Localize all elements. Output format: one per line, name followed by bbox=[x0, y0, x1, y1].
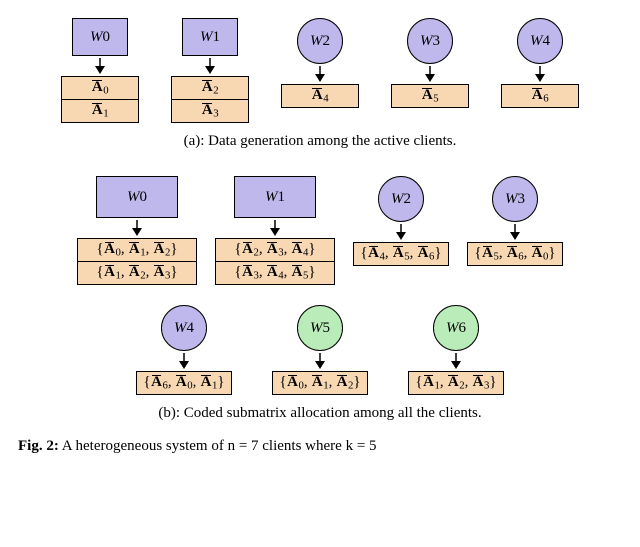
worker-circle: W5 bbox=[297, 305, 343, 351]
arrow-down-icon bbox=[93, 58, 107, 74]
data-box: {A3, A4, A5} bbox=[215, 261, 335, 285]
data-stack: A0A1 bbox=[61, 76, 139, 123]
figA-caption: (a): Data generation among the active cl… bbox=[8, 133, 632, 150]
data-stack: {A4, A5, A6} bbox=[353, 242, 449, 266]
data-stack: {A0, A1, A2} bbox=[272, 371, 368, 395]
data-stack: {A6, A0, A1} bbox=[136, 371, 232, 395]
data-box: A0 bbox=[61, 76, 139, 100]
data-box: A6 bbox=[501, 84, 579, 108]
figB-caption: (b): Coded submatrix allocation among al… bbox=[8, 405, 632, 422]
data-box: {A5, A6, A0} bbox=[467, 242, 563, 266]
worker-unit: W1 A2A3 bbox=[171, 18, 249, 123]
arrow-down-icon bbox=[449, 353, 463, 369]
worker-circle: W4 bbox=[517, 18, 563, 64]
figB-row1: W0 {A0, A1, A2}{A1, A2, A3} W1 {A2, A3, A4}… bbox=[8, 176, 632, 285]
figB-row2: W4 {A6, A0, A1} W5 {A0, A1, A2} W6 {A1, A2, A… bbox=[8, 305, 632, 395]
arrow-down-icon bbox=[203, 58, 217, 74]
data-box: {A0, A1, A2} bbox=[77, 238, 197, 262]
worker-unit: W4 {A6, A0, A1} bbox=[136, 305, 232, 395]
data-stack: A4 bbox=[281, 84, 359, 108]
arrow-down-icon bbox=[533, 66, 547, 82]
arrow-down-icon bbox=[394, 224, 408, 240]
data-box: A1 bbox=[61, 99, 139, 123]
data-stack: {A5, A6, A0} bbox=[467, 242, 563, 266]
data-stack: {A2, A3, A4}{A3, A4, A5} bbox=[215, 238, 335, 285]
figA-row: W0 A0A1 W1 A2A3 W2 A4 W3 A5 W4 A6 bbox=[8, 18, 632, 123]
worker-unit: W0 {A0, A1, A2}{A1, A2, A3} bbox=[77, 176, 197, 285]
data-stack: A5 bbox=[391, 84, 469, 108]
worker-circle: W2 bbox=[378, 176, 424, 222]
worker-circle: W6 bbox=[433, 305, 479, 351]
arrow-down-icon bbox=[313, 66, 327, 82]
arrow-down-icon bbox=[508, 224, 522, 240]
worker-unit: W5 {A0, A1, A2} bbox=[272, 305, 368, 395]
arrow-down-icon bbox=[177, 353, 191, 369]
worker-unit: W0 A0A1 bbox=[61, 18, 139, 123]
worker-unit: W1 {A2, A3, A4}{A3, A4, A5} bbox=[215, 176, 335, 285]
worker-unit: W6 {A1, A2, A3} bbox=[408, 305, 504, 395]
data-box: {A6, A0, A1} bbox=[136, 371, 232, 395]
figure-caption-prefix: Fig. 2: bbox=[18, 438, 59, 454]
data-box: A5 bbox=[391, 84, 469, 108]
data-stack: A6 bbox=[501, 84, 579, 108]
data-box: {A1, A2, A3} bbox=[408, 371, 504, 395]
data-box: {A0, A1, A2} bbox=[272, 371, 368, 395]
worker-unit: W2 A4 bbox=[281, 18, 359, 108]
data-box: A4 bbox=[281, 84, 359, 108]
worker-unit: W4 A6 bbox=[501, 18, 579, 108]
figure-page: W0 A0A1 W1 A2A3 W2 A4 W3 A5 W4 A6 (a): Data gener… bbox=[0, 0, 640, 547]
worker-rect: W0 bbox=[96, 176, 178, 218]
data-box: A3 bbox=[171, 99, 249, 123]
worker-circle: W3 bbox=[492, 176, 538, 222]
data-box: A2 bbox=[171, 76, 249, 100]
data-stack: {A0, A1, A2}{A1, A2, A3} bbox=[77, 238, 197, 285]
arrow-down-icon bbox=[423, 66, 437, 82]
worker-circle: W4 bbox=[161, 305, 207, 351]
worker-circle: W2 bbox=[297, 18, 343, 64]
worker-unit: W3 {A5, A6, A0} bbox=[467, 176, 563, 266]
worker-unit: W2 {A4, A5, A6} bbox=[353, 176, 449, 266]
worker-rect: W1 bbox=[182, 18, 238, 56]
figure-caption-text: A heterogeneous system of n = 7 clients … bbox=[62, 438, 377, 454]
arrow-down-icon bbox=[268, 220, 282, 236]
figure-caption: Fig. 2: A heterogeneous system of n = 7 … bbox=[8, 438, 632, 455]
worker-rect: W0 bbox=[72, 18, 128, 56]
data-box: {A4, A5, A6} bbox=[353, 242, 449, 266]
data-box: {A1, A2, A3} bbox=[77, 261, 197, 285]
data-stack: A2A3 bbox=[171, 76, 249, 123]
data-box: {A2, A3, A4} bbox=[215, 238, 335, 262]
arrow-down-icon bbox=[130, 220, 144, 236]
data-stack: {A1, A2, A3} bbox=[408, 371, 504, 395]
worker-circle: W3 bbox=[407, 18, 453, 64]
worker-rect: W1 bbox=[234, 176, 316, 218]
arrow-down-icon bbox=[313, 353, 327, 369]
worker-unit: W3 A5 bbox=[391, 18, 469, 108]
